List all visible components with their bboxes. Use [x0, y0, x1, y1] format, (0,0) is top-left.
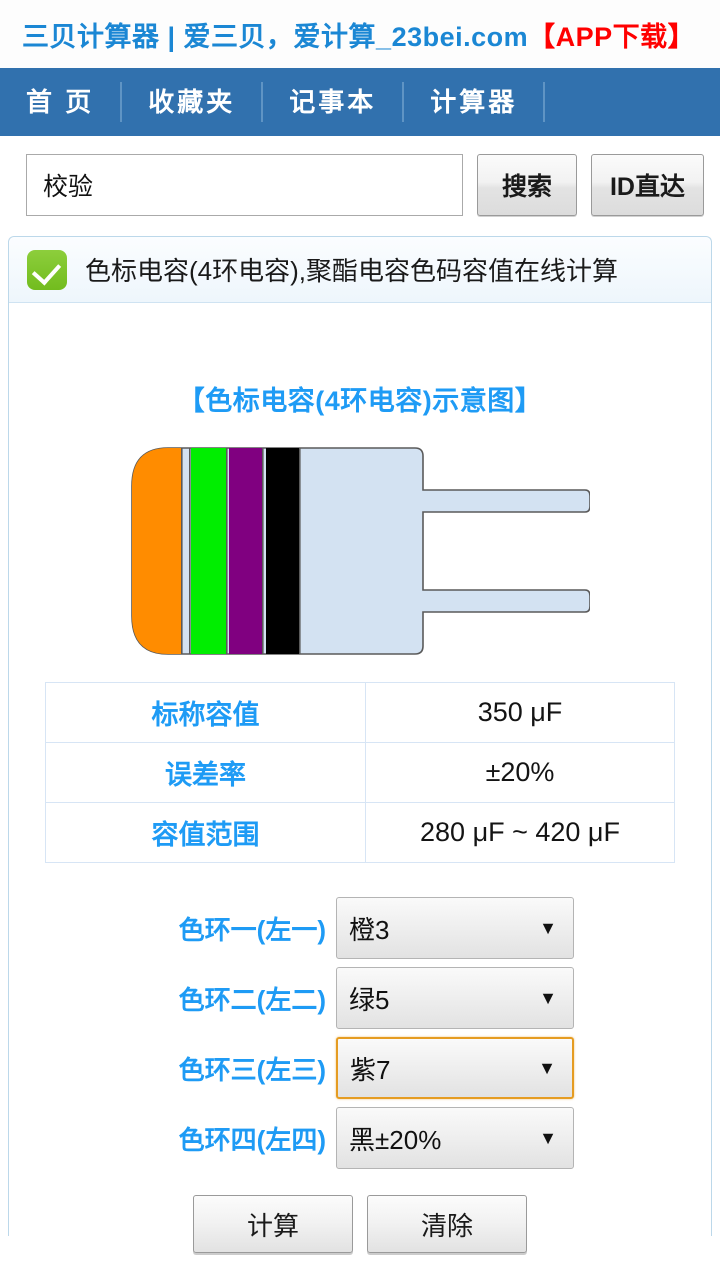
- result-label-nominal: 标称容值: [45, 682, 366, 743]
- page-title: 色标电容(4环电容),聚酯电容色码容值在线计算: [85, 256, 619, 286]
- chevron-down-icon: ▼: [539, 918, 557, 938]
- band-divider-1: [181, 448, 183, 654]
- band-3-value: 紫7: [350, 1054, 391, 1085]
- result-value-range: 280 μF ~ 420 μF: [365, 802, 675, 863]
- chevron-down-icon: ▼: [539, 988, 557, 1008]
- band-1-orange: [132, 448, 182, 654]
- sidebar-item-home[interactable]: 首 页: [18, 82, 123, 122]
- result-value-tolerance: ±20%: [365, 742, 675, 803]
- band-2-row: 色环二(左二) 绿5 ▼: [9, 967, 711, 1029]
- chevron-down-icon: ▼: [538, 1058, 556, 1078]
- result-label-range: 容值范围: [45, 802, 366, 863]
- band-2-label: 色环二(左二): [178, 984, 326, 1015]
- band-3-row: 色环三(左三) 紫7 ▼: [9, 1037, 711, 1099]
- main-navigation: 首 页 收藏夹 记事本 计算器: [0, 68, 720, 136]
- capacitor-diagram: [9, 446, 711, 656]
- search-button[interactable]: 搜索: [476, 154, 577, 216]
- panel-header: 色标电容(4环电容),聚酯电容色码容值在线计算: [9, 237, 711, 303]
- band-3-purple: [229, 448, 262, 654]
- band-2-select[interactable]: 绿5 ▼: [336, 967, 574, 1029]
- band-1-select[interactable]: 橙3 ▼: [336, 897, 574, 959]
- site-title-text: 三贝计算器 | 爱三贝，爱计算_23bei.com: [22, 21, 529, 52]
- content-panel: 色标电容(4环电容),聚酯电容色码容值在线计算 【色标电容(4环电容)示意图】: [8, 236, 712, 1253]
- result-value-nominal: 350 μF: [365, 682, 675, 743]
- band-1-row: 色环一(左一) 橙3 ▼: [9, 897, 711, 959]
- id-direct-button[interactable]: ID直达: [590, 154, 704, 216]
- band-divider-4: [262, 448, 264, 654]
- chevron-down-icon: ▼: [539, 1128, 557, 1148]
- band-3-select[interactable]: 紫7 ▼: [336, 1037, 574, 1099]
- capacitor-svg: [131, 447, 590, 655]
- results-table: 标称容值 350 μF 误差率 ±20% 容值范围 280 μF ~ 420 μ…: [45, 682, 675, 863]
- sidebar-item-calculator[interactable]: 计算器: [404, 82, 546, 122]
- band-4-black: [266, 448, 300, 654]
- site-title-bar: 三贝计算器 | 爱三贝，爱计算_23bei.com 【APP下载】: [0, 0, 720, 68]
- sidebar-item-favorites[interactable]: 收藏夹: [122, 82, 264, 122]
- band-4-row: 色环四(左四) 黑±20% ▼: [9, 1107, 711, 1169]
- clear-button[interactable]: 清除: [367, 1195, 527, 1253]
- table-row: 容值范围 280 μF ~ 420 μF: [45, 802, 675, 863]
- action-buttons: 计算 清除: [9, 1195, 711, 1253]
- band-1-label: 色环一(左一): [178, 914, 326, 945]
- band-4-value: 黑±20%: [349, 1124, 442, 1155]
- check-icon: [27, 249, 67, 290]
- band-1-value: 橙3: [349, 914, 390, 945]
- band-divider-3: [226, 448, 228, 654]
- band-2-value: 绿5: [349, 984, 390, 1015]
- table-row: 标称容值 350 μF: [45, 682, 675, 743]
- band-divider-5: [299, 448, 301, 654]
- band-2-green: [191, 448, 226, 654]
- band-4-select[interactable]: 黑±20% ▼: [336, 1107, 574, 1169]
- band-4-label: 色环四(左四): [178, 1124, 326, 1155]
- capacitor-color-bands: [132, 448, 301, 654]
- band-selectors: 色环一(左一) 橙3 ▼ 色环二(左二) 绿5 ▼ 色环三(左三) 紫7 ▼ 色…: [9, 897, 711, 1169]
- table-row: 误差率 ±20%: [45, 742, 675, 803]
- app-download-link[interactable]: 【APP下载】: [528, 15, 695, 54]
- band-3-label: 色环三(左三): [178, 1054, 326, 1085]
- search-input[interactable]: [26, 154, 463, 216]
- diagram-title: 【色标电容(4环电容)示意图】: [177, 386, 543, 416]
- result-label-tolerance: 误差率: [45, 742, 366, 803]
- calculate-button[interactable]: 计算: [193, 1195, 353, 1253]
- band-divider-2: [189, 448, 191, 654]
- sidebar-item-notepad[interactable]: 记事本: [263, 82, 405, 122]
- search-bar: 搜索 ID直达: [0, 136, 720, 230]
